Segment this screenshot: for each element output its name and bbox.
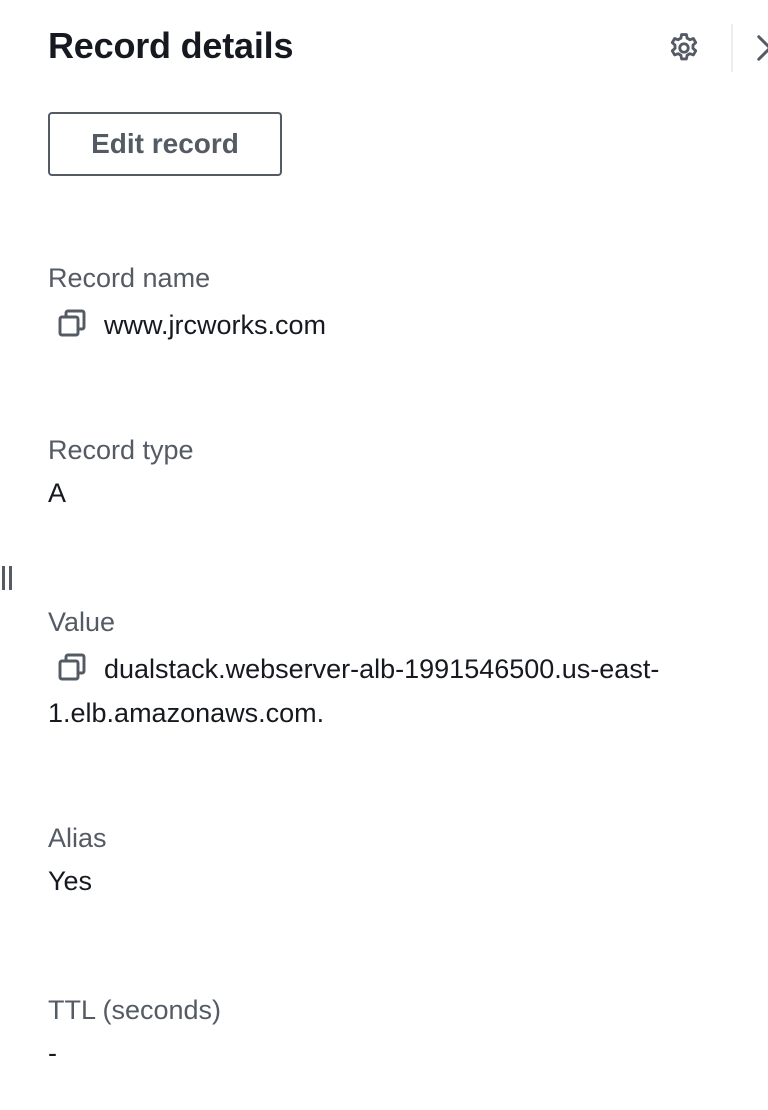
field-ttl: TTL (seconds) - (48, 993, 708, 1075)
record-name-label: Record name (48, 263, 211, 293)
value-label: Value (48, 607, 116, 637)
copy-icon[interactable] (56, 307, 88, 339)
gear-icon (670, 33, 698, 61)
field-value: Value dualstack.webserver-alb-1991546500… (48, 605, 708, 735)
record-type-label: Record type (48, 435, 194, 465)
panel-title: Record details (48, 25, 294, 66)
ttl-value: - (48, 1038, 57, 1068)
ttl-label: TTL (seconds) (48, 995, 222, 1025)
field-record-type: Record type A (48, 433, 708, 515)
edit-record-button[interactable]: Edit record (48, 112, 282, 176)
field-record-name: Record name www.jrcworks.com (48, 261, 708, 347)
value-row: dualstack.webserver-alb-1991546500.us-ea… (48, 647, 708, 691)
record-name-value: www.jrcworks.com (104, 310, 327, 340)
settings-button[interactable] (664, 28, 704, 68)
close-button[interactable] (752, 30, 768, 66)
panel-resize-handle[interactable] (0, 566, 14, 590)
value-text-line2: 1.elb.amazonaws.com. (48, 698, 325, 728)
alias-label: Alias (48, 823, 107, 853)
copy-icon[interactable] (56, 651, 88, 683)
record-type-value: A (48, 478, 67, 508)
value-text-line1: dualstack.webserver-alb-1991546500.us-ea… (104, 654, 660, 684)
record-name-row: www.jrcworks.com (48, 303, 708, 347)
alias-value: Yes (48, 866, 93, 896)
header-divider (731, 24, 733, 72)
field-alias: Alias Yes (48, 821, 708, 903)
header-actions (608, 24, 768, 72)
close-icon (757, 35, 768, 61)
